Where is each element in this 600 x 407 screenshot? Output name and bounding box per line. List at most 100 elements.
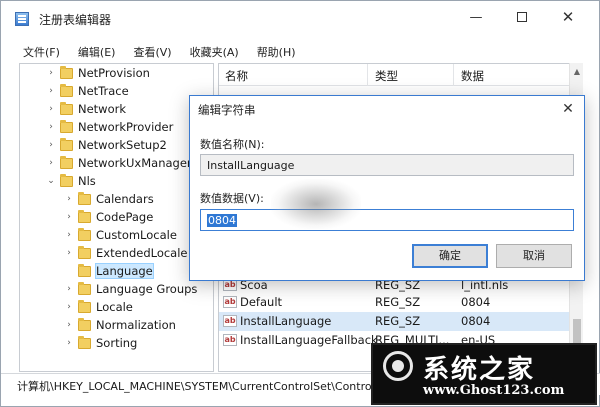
tree-item-label: NetworkSetup2 bbox=[78, 138, 167, 152]
registry-editor-icon bbox=[15, 12, 29, 26]
tree-item-netprovision[interactable]: › NetProvision bbox=[46, 64, 150, 82]
string-value-icon: ab bbox=[223, 296, 237, 308]
value-type: REG_SZ bbox=[375, 314, 421, 328]
chevron-right-icon[interactable]: › bbox=[46, 158, 56, 168]
value-name: InstallLanguageFallback bbox=[240, 333, 378, 347]
chevron-right-icon[interactable]: › bbox=[64, 320, 74, 330]
window-title: 注册表编辑器 bbox=[39, 13, 112, 27]
column-separator[interactable] bbox=[367, 64, 368, 86]
title-bar: 注册表编辑器 — ✕ bbox=[1, 1, 599, 37]
cancel-button[interactable]: 取消 bbox=[496, 244, 572, 268]
dialog-title: 编辑字符串 bbox=[198, 103, 256, 117]
chevron-right-icon[interactable]: › bbox=[64, 338, 74, 348]
folder-icon bbox=[78, 263, 91, 277]
chevron-right-icon[interactable]: › bbox=[64, 302, 74, 312]
tree-item-label: Calendars bbox=[96, 192, 154, 206]
menu-file[interactable]: 文件(F) bbox=[23, 41, 60, 61]
value-name-field: InstallLanguage bbox=[200, 154, 574, 176]
folder-icon bbox=[60, 65, 73, 79]
tree-item-sorting[interactable]: › Sorting bbox=[64, 334, 137, 352]
folder-icon bbox=[78, 209, 91, 223]
tree-item-codepage[interactable]: › CodePage bbox=[64, 208, 153, 226]
menu-view[interactable]: 查看(V) bbox=[133, 41, 171, 61]
close-button[interactable]: ✕ bbox=[545, 1, 591, 33]
tree-item-normalization[interactable]: › Normalization bbox=[64, 316, 176, 334]
chevron-right-icon[interactable]: › bbox=[64, 230, 74, 240]
chevron-right-icon[interactable]: › bbox=[64, 194, 74, 204]
column-separator[interactable] bbox=[453, 64, 454, 86]
tree-item-label: Language bbox=[95, 263, 154, 279]
column-type[interactable]: 类型 bbox=[375, 68, 398, 84]
value-row-selected[interactable]: ab InstallLanguage REG_SZ 0804 bbox=[219, 312, 582, 331]
value-data: 0804 bbox=[461, 295, 491, 309]
dialog-close-button[interactable]: ✕ bbox=[556, 98, 580, 120]
tree-item-locale[interactable]: › Locale bbox=[64, 298, 133, 316]
tree-item-calendars[interactable]: › Calendars bbox=[64, 190, 154, 208]
tree-item-network[interactable]: › Network bbox=[46, 100, 126, 118]
tree-item-label: NetworkUxManager bbox=[78, 156, 192, 170]
scroll-up-icon[interactable]: ▲ bbox=[570, 65, 584, 79]
list-header: 名称 类型 数据 bbox=[219, 64, 582, 86]
tree-item-label: NetworkProvider bbox=[78, 120, 174, 134]
folder-icon bbox=[60, 101, 73, 115]
chevron-right-icon[interactable]: › bbox=[46, 86, 56, 96]
watermark-url: www.Ghost123.com bbox=[423, 383, 565, 398]
folder-icon bbox=[78, 245, 91, 259]
value-data-input[interactable]: 0804 bbox=[200, 209, 574, 231]
menu-favorites[interactable]: 收藏夹(A) bbox=[190, 41, 239, 61]
watermark-logo-icon bbox=[383, 351, 413, 381]
watermark-title: 系统之家 bbox=[423, 355, 536, 385]
folder-icon bbox=[78, 227, 91, 241]
tree-item-label: Normalization bbox=[96, 318, 176, 332]
tree-item-language-groups[interactable]: › Language Groups bbox=[64, 280, 197, 298]
chevron-right-icon[interactable]: › bbox=[46, 140, 56, 150]
chevron-right-icon[interactable]: › bbox=[46, 122, 56, 132]
value-data: 0804 bbox=[461, 314, 491, 328]
dialog-title-bar: 编辑字符串 ✕ bbox=[190, 96, 584, 122]
chevron-right-icon[interactable]: › bbox=[64, 212, 74, 222]
tree-item-networksetup2[interactable]: › NetworkSetup2 bbox=[46, 136, 167, 154]
folder-icon bbox=[78, 299, 91, 313]
tree-item-networkprovider[interactable]: › NetworkProvider bbox=[46, 118, 173, 136]
folder-icon bbox=[60, 155, 73, 169]
menu-help[interactable]: 帮助(H) bbox=[257, 41, 296, 61]
value-data-label: 数值数据(V): bbox=[200, 192, 264, 205]
tree-item-language[interactable]: Language bbox=[64, 262, 154, 280]
column-data[interactable]: 数据 bbox=[461, 68, 484, 84]
value-type: REG_SZ bbox=[375, 295, 421, 309]
chevron-right-icon[interactable]: › bbox=[46, 68, 56, 78]
tree-item-label: ExtendedLocale bbox=[96, 246, 188, 260]
tree-item-customlocale[interactable]: › CustomLocale bbox=[64, 226, 177, 244]
tree-item-networkuxmanager[interactable]: › NetworkUxManager bbox=[46, 154, 192, 172]
chevron-right-icon[interactable]: › bbox=[64, 248, 74, 258]
tree-item-label: CustomLocale bbox=[96, 228, 177, 242]
chevron-down-icon[interactable]: ⌄ bbox=[46, 176, 56, 186]
registry-path: 计算机\HKEY_LOCAL_MACHINE\SYSTEM\CurrentCon… bbox=[17, 380, 379, 393]
registry-editor-window: 注册表编辑器 — ✕ 文件(F) 编辑(E) 查看(V) 收藏夹(A) 帮助(H… bbox=[0, 0, 600, 407]
folder-icon bbox=[60, 119, 73, 133]
ok-button[interactable]: 确定 bbox=[412, 244, 488, 268]
tree-item-extendedlocale[interactable]: › ExtendedLocale bbox=[64, 244, 188, 262]
minimize-button[interactable]: — bbox=[453, 1, 499, 33]
value-name-label: 数值名称(N): bbox=[200, 138, 265, 151]
tree-item-label: Network bbox=[78, 102, 127, 116]
value-row[interactable]: ab Default REG_SZ 0804 bbox=[219, 293, 582, 312]
folder-icon bbox=[60, 137, 73, 151]
folder-icon bbox=[78, 281, 91, 295]
tree-item-nls[interactable]: ⌄ Nls bbox=[46, 172, 96, 190]
scroll-thumb[interactable] bbox=[573, 319, 581, 343]
registry-tree[interactable]: › NetProvision › NetTrace › Network › Ne… bbox=[19, 63, 214, 372]
tree-item-nettrace[interactable]: › NetTrace bbox=[46, 82, 129, 100]
menu-edit[interactable]: 编辑(E) bbox=[78, 41, 116, 61]
tree-item-label: Language Groups bbox=[96, 282, 198, 296]
blurred-area bbox=[271, 179, 361, 229]
maximize-button[interactable] bbox=[499, 1, 545, 33]
tree-item-label: Sorting bbox=[96, 336, 138, 350]
edit-string-dialog: 编辑字符串 ✕ 数值名称(N): InstallLanguage 数值数据(V)… bbox=[189, 95, 585, 281]
site-watermark: 系统之家 www.Ghost123.com bbox=[371, 343, 597, 405]
chevron-right-icon[interactable]: › bbox=[64, 284, 74, 294]
chevron-right-icon[interactable]: › bbox=[46, 104, 56, 114]
folder-open-icon bbox=[60, 173, 73, 187]
column-name[interactable]: 名称 bbox=[225, 68, 248, 84]
string-value-icon: ab bbox=[223, 315, 237, 327]
